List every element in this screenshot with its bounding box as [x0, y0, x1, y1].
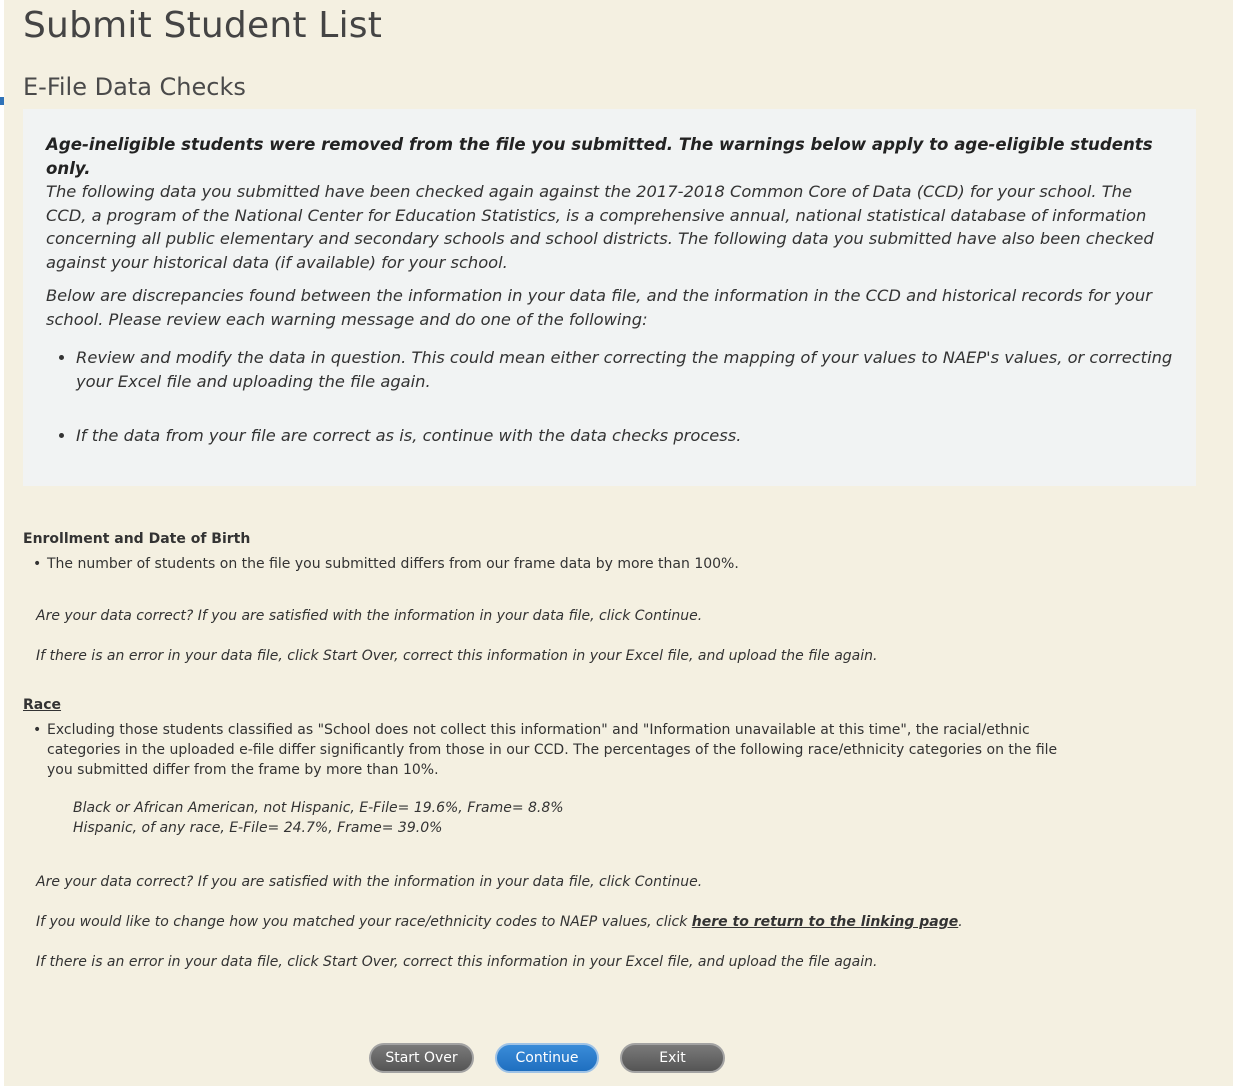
edge-marker [0, 97, 4, 105]
race-linking-prefix: If you would like to change how you matc… [36, 914, 692, 930]
notice-option-modify: Review and modify the data in question. … [76, 346, 1174, 393]
page-subtitle: E-File Data Checks [23, 73, 246, 101]
notice-options-list: Review and modify the data in question. … [46, 346, 1174, 448]
race-row-hispanic: Hispanic, of any race, E-File= 24.7%, Fr… [73, 820, 443, 836]
enrollment-error-line: If there is an error in your data file, … [36, 648, 878, 664]
enrollment-section-title: Enrollment and Date of Birth [23, 531, 251, 547]
race-linking-suffix: . [958, 914, 963, 930]
exit-button[interactable]: Exit [620, 1043, 725, 1073]
notice-warning: Age-ineligible students were removed fro… [46, 135, 1153, 178]
notice-option-continue: If the data from your file are correct a… [76, 424, 1174, 448]
race-row-black: Black or African American, not Hispanic,… [73, 800, 564, 816]
race-error-line: If there is an error in your data file, … [36, 954, 878, 970]
race-discrepancy-list: Black or African American, not Hispanic,… [73, 798, 564, 838]
notice-paragraph-discrepancies: Below are discrepancies found between th… [46, 286, 1152, 329]
linking-page-link[interactable]: here to return to the linking page [692, 914, 958, 930]
start-over-button[interactable]: Start Over [369, 1043, 474, 1073]
race-warning: Excluding those students classified as "… [33, 720, 1077, 780]
notice-box: Age-ineligible students were removed fro… [23, 109, 1196, 486]
page-title: Submit Student List [23, 5, 383, 46]
page: Submit Student List E-File Data Checks A… [4, 0, 1233, 1086]
continue-button[interactable]: Continue [495, 1043, 599, 1073]
notice-paragraph-ccd: The following data you submitted have be… [46, 182, 1154, 272]
race-section-title: Race [23, 697, 62, 713]
race-linking-line: If you would like to change how you matc… [36, 914, 963, 930]
enrollment-correct-line: Are your data correct? If you are satisf… [36, 608, 703, 624]
race-correct-line: Are your data correct? If you are satisf… [36, 874, 703, 890]
enrollment-warning: The number of students on the file you s… [33, 554, 1047, 574]
